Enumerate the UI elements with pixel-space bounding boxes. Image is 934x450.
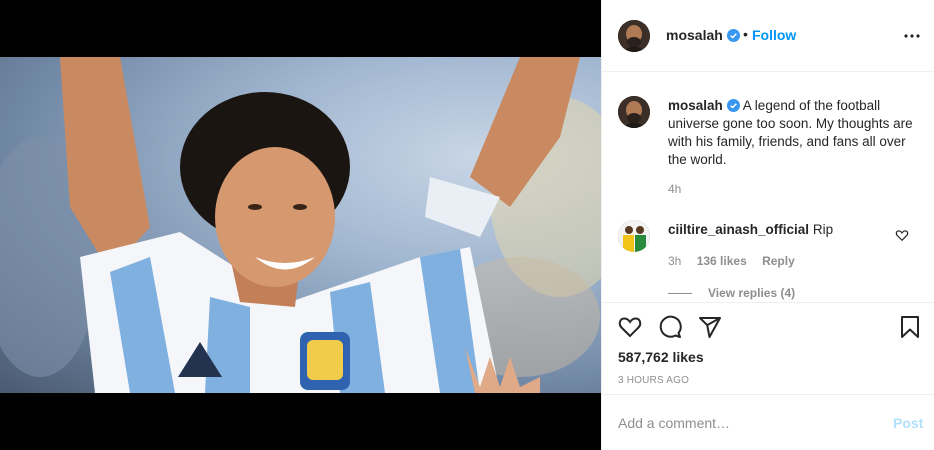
- likes-count[interactable]: 587,762 likes: [618, 349, 704, 365]
- post-media[interactable]: [0, 0, 601, 450]
- verified-badge-icon: [726, 29, 740, 42]
- post-photo[interactable]: [0, 57, 601, 393]
- reply-author-avatar[interactable]: [618, 220, 650, 252]
- share-icon[interactable]: [698, 315, 722, 339]
- reply-timestamp[interactable]: 3h: [668, 254, 681, 268]
- comment-like-heart-icon[interactable]: [895, 228, 909, 242]
- bookmark-icon[interactable]: [898, 315, 922, 339]
- author-avatar[interactable]: [618, 20, 650, 52]
- post-caption: mosalah A legend of the football univers…: [668, 97, 918, 169]
- heart-icon[interactable]: [618, 315, 642, 339]
- add-comment-bar: Post: [602, 394, 934, 450]
- caption-timestamp[interactable]: 4h: [668, 182, 681, 196]
- separator-dot: •: [743, 26, 748, 42]
- view-replies-line: [668, 293, 692, 295]
- comments-list[interactable]: mosalah A legend of the football univers…: [602, 72, 934, 302]
- more-options-icon[interactable]: [900, 24, 924, 48]
- post-comment-button[interactable]: Post: [893, 415, 923, 431]
- reply-meta: 3h 136 likes Reply: [668, 254, 807, 268]
- posted-time[interactable]: 3 HOURS AGO: [618, 375, 689, 386]
- player-celebrating-image: [0, 57, 601, 393]
- follow-button[interactable]: Follow: [752, 27, 796, 43]
- post-details-panel: mosalah • Follow mosalah A legend of the…: [601, 0, 934, 450]
- author-username-text[interactable]: mosalah: [666, 27, 723, 43]
- comment-icon[interactable]: [658, 315, 682, 339]
- reply-text: Rip: [812, 222, 834, 237]
- reply-button[interactable]: Reply: [762, 254, 795, 268]
- post-header: mosalah • Follow: [602, 0, 934, 72]
- view-replies-label[interactable]: View replies (4): [708, 286, 795, 300]
- reply-likes[interactable]: 136 likes: [697, 254, 747, 268]
- comment-input[interactable]: [618, 413, 868, 433]
- reply-username[interactable]: ciiltire_ainash_official: [668, 222, 809, 237]
- reply-comment: ciiltire_ainash_official Rip: [668, 222, 833, 237]
- caption-username[interactable]: mosalah: [668, 98, 723, 113]
- author-username[interactable]: mosalah: [666, 27, 740, 43]
- post-actions: 587,762 likes 3 HOURS AGO: [602, 302, 934, 394]
- caption-author-avatar[interactable]: [618, 96, 650, 128]
- verified-badge-icon: [726, 99, 740, 112]
- view-replies-button[interactable]: View replies (4): [668, 286, 795, 300]
